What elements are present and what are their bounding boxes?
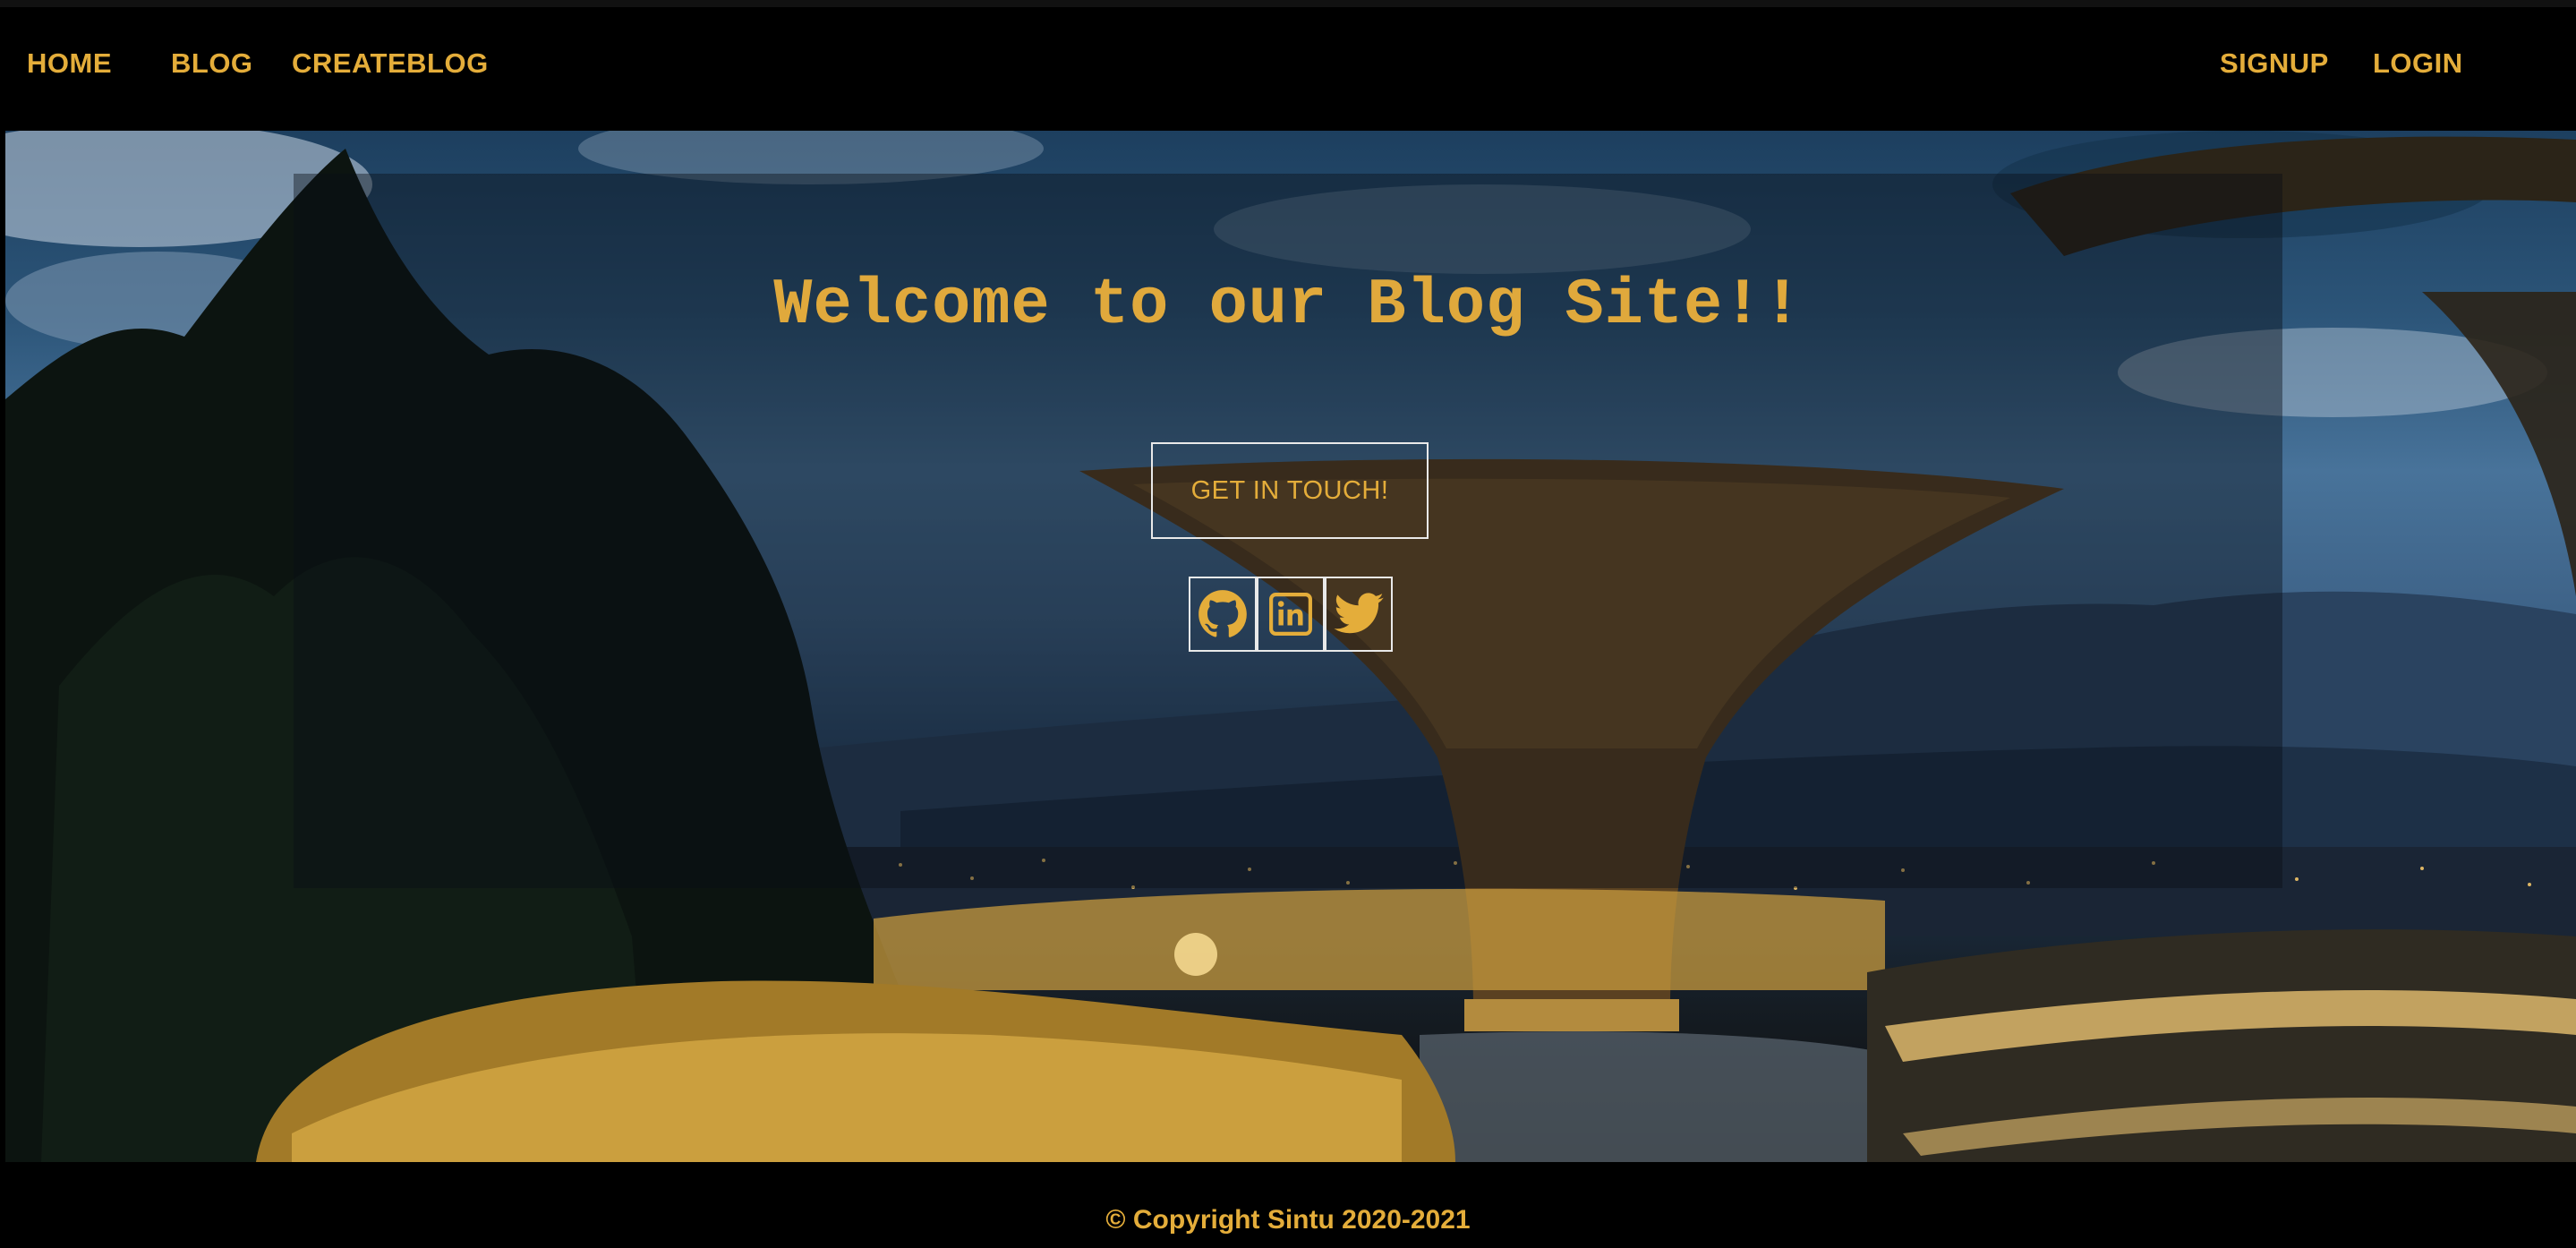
linkedin-link[interactable] bbox=[1257, 577, 1325, 652]
top-navbar: HOME BLOG CREATEBLOG SIGNUP LOGIN bbox=[0, 0, 2576, 131]
page-footer: © Copyright Sintu 2020-2021 bbox=[0, 1162, 2576, 1248]
hero-title: Welcome to our Blog Site!! bbox=[773, 269, 1803, 342]
nav-signup-link[interactable]: SIGNUP bbox=[2220, 43, 2329, 84]
github-icon bbox=[1198, 590, 1247, 637]
nav-login-link[interactable]: LOGIN bbox=[2373, 43, 2463, 84]
nav-home-link[interactable]: HOME bbox=[27, 43, 112, 84]
hero-section: Welcome to our Blog Site!! GET IN TOUCH! bbox=[5, 131, 2576, 1162]
get-in-touch-button[interactable]: GET IN TOUCH! bbox=[1151, 442, 1429, 539]
nav-blog-link[interactable]: BLOG bbox=[171, 43, 253, 84]
social-links bbox=[1189, 577, 1393, 652]
linkedin-icon bbox=[1269, 593, 1312, 636]
copyright-text: © Copyright Sintu 2020-2021 bbox=[1105, 1205, 1471, 1235]
twitter-link[interactable] bbox=[1325, 577, 1393, 652]
hero-overlay-panel: Welcome to our Blog Site!! GET IN TOUCH! bbox=[294, 174, 2282, 888]
github-link[interactable] bbox=[1189, 577, 1257, 652]
twitter-icon bbox=[1334, 593, 1384, 634]
nav-createblog-link[interactable]: CREATEBLOG bbox=[292, 43, 489, 84]
